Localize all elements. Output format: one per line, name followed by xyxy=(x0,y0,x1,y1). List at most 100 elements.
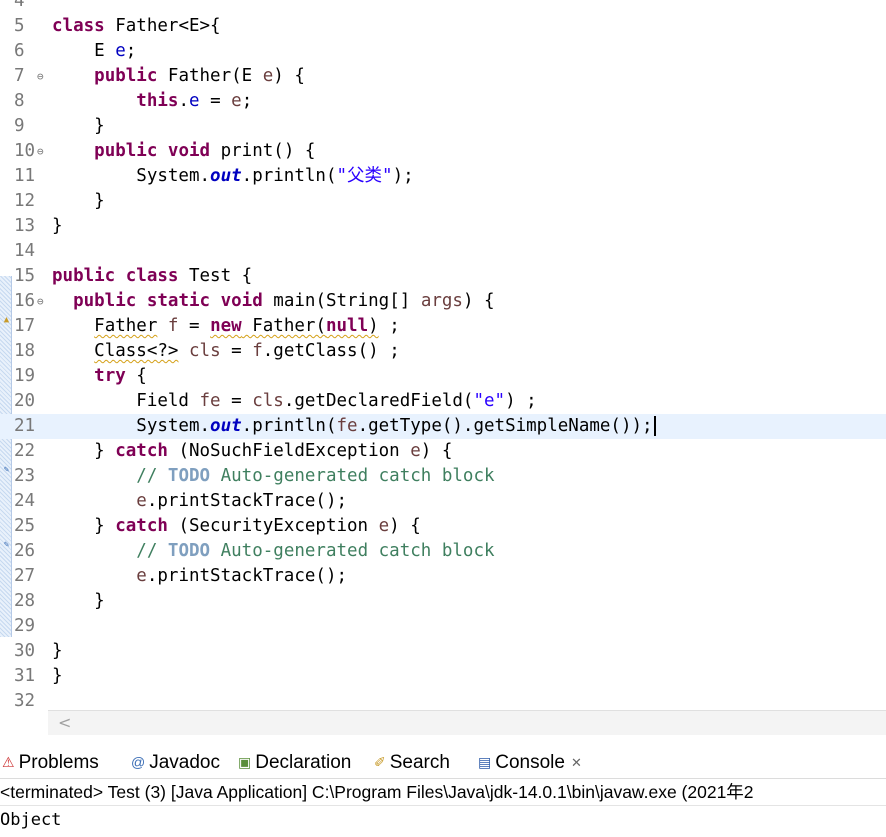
code-token: cls xyxy=(252,391,284,411)
tab-label: Problems xyxy=(18,752,99,773)
tab-javadoc[interactable]: @ Javadoc xyxy=(131,748,220,776)
code-editor[interactable]: ▲ ✎ ✎ 4 5 class Father<E>{6 E e; 7 ⊖ public … xyxy=(0,0,886,735)
code-line[interactable]: 24 e.printStackTrace(); xyxy=(0,489,886,514)
code-token: ; xyxy=(378,316,400,336)
code-token: = xyxy=(220,341,253,361)
line-number: 28 xyxy=(14,591,36,611)
code-line[interactable]: 7 ⊖ public Father(E e) { xyxy=(0,64,886,89)
code-token: } xyxy=(52,216,63,236)
code-token: . xyxy=(178,91,189,111)
code-token: ) { xyxy=(389,516,421,536)
code-token: (SecurityException xyxy=(167,516,379,536)
code-token: try xyxy=(94,366,126,386)
code-token: out xyxy=(210,416,242,436)
line-number: 8 xyxy=(14,91,25,111)
tab-problems[interactable]: ⚠ Problems xyxy=(2,748,99,776)
code-token: e xyxy=(231,91,242,111)
code-line[interactable]: 15 public class Test { xyxy=(0,264,886,289)
line-number: 24 xyxy=(14,491,36,511)
code-token: = xyxy=(199,91,232,111)
code-line[interactable]: 30} xyxy=(0,639,886,664)
text-caret xyxy=(653,416,656,436)
code-line[interactable]: 10 ⊖ public void print() { xyxy=(0,139,886,164)
code-line[interactable]: 28 } xyxy=(0,589,886,614)
code-token: { xyxy=(125,366,147,386)
code-token: Auto-generated catch block xyxy=(210,466,495,486)
code-token: .println( xyxy=(241,166,337,186)
code-token: fe xyxy=(199,391,221,411)
code-text: } xyxy=(52,589,105,614)
code-line[interactable]: 8 this.e = e; xyxy=(0,89,886,114)
code-line[interactable]: 23 // TODO Auto-generated catch block xyxy=(0,464,886,489)
scroll-left-icon[interactable]: < xyxy=(58,711,71,735)
code-token: Auto-generated catch block xyxy=(210,541,495,561)
tab-label: Javadoc xyxy=(149,752,220,773)
line-number: 22 xyxy=(14,441,36,461)
code-text: System.out.println(fe.getType().getSimpl… xyxy=(52,414,656,439)
code-token: System. xyxy=(52,416,211,436)
line-number: 11 xyxy=(14,166,36,186)
line-number: 18 xyxy=(14,341,36,361)
code-token: Father(E xyxy=(157,66,263,86)
code-token: out xyxy=(210,166,242,186)
tab-search[interactable]: ✐ Search xyxy=(374,748,450,776)
code-line[interactable]: 9 } xyxy=(0,114,886,139)
code-text: } catch (NoSuchFieldException e) { xyxy=(52,439,452,464)
code-line[interactable]: 13} xyxy=(0,214,886,239)
code-text: public void print() { xyxy=(52,139,315,164)
code-line[interactable]: 27 e.printStackTrace(); xyxy=(0,564,886,589)
code-line[interactable]: 12 } xyxy=(0,189,886,214)
code-line[interactable]: 31} xyxy=(0,664,886,689)
code-token: void xyxy=(220,291,263,311)
line-number: 32 xyxy=(14,691,36,711)
code-line[interactable]: 29 xyxy=(0,614,886,639)
code-text: } xyxy=(52,214,63,239)
code-line[interactable]: 21 System.out.println(fe.getType().getSi… xyxy=(0,414,886,439)
code-line[interactable]: 18 Class<?> cls = f.getClass() ; xyxy=(0,339,886,364)
code-line[interactable]: 5 class Father<E>{ xyxy=(0,14,886,39)
code-text: } xyxy=(52,664,63,689)
code-line[interactable]: 4 xyxy=(0,0,886,14)
code-text: class Father<E>{ xyxy=(52,14,221,39)
line-number: 6 xyxy=(14,41,25,61)
fold-toggle-icon[interactable]: ⊖ xyxy=(37,64,44,89)
code-token: args xyxy=(420,291,463,311)
code-line[interactable]: 14 xyxy=(0,239,886,264)
code-line[interactable]: 17 Father f = new Father(null) ; xyxy=(0,314,886,339)
line-number: 15 xyxy=(14,266,36,286)
code-text: this.e = e; xyxy=(52,89,252,114)
close-icon[interactable]: ✕ xyxy=(571,755,582,770)
code-line[interactable]: 19 try { xyxy=(0,364,886,389)
code-token: new xyxy=(210,316,242,336)
fold-toggle-icon[interactable]: ⊖ xyxy=(37,139,44,164)
code-token: Class<?> xyxy=(94,341,179,361)
tab-console[interactable]: ▤ Console ✕ xyxy=(478,748,582,776)
code-token: "e" xyxy=(473,391,506,411)
code-token: } xyxy=(52,591,105,611)
code-line[interactable]: 16 ⊖ public static void main(String[] arg… xyxy=(0,289,886,314)
code-line[interactable]: 25 } catch (SecurityException e) { xyxy=(0,514,886,539)
code-line[interactable]: 22 } catch (NoSuchFieldException e) { xyxy=(0,439,886,464)
code-token: main(String[] xyxy=(262,291,421,311)
code-text: Father f = new Father(null) ; xyxy=(52,314,400,339)
code-line[interactable]: 6 E e; xyxy=(0,39,886,64)
fold-toggle-icon[interactable]: ⊖ xyxy=(37,289,44,314)
horizontal-scrollbar[interactable]: < xyxy=(48,710,886,735)
code-line[interactable]: 20 Field fe = cls.getDeclaredField("e") … xyxy=(0,389,886,414)
code-token: this xyxy=(136,91,179,111)
code-text: Field fe = cls.getDeclaredField("e") ; xyxy=(52,389,536,414)
code-line[interactable]: 26 // TODO Auto-generated catch block xyxy=(0,539,886,564)
code-line[interactable]: 11 System.out.println("父类"); xyxy=(0,164,886,189)
code-token: fe xyxy=(336,416,358,436)
console-output[interactable]: Object xyxy=(0,807,61,833)
code-text: } xyxy=(52,189,105,214)
tab-declaration[interactable]: ▣ Declaration xyxy=(238,748,351,776)
